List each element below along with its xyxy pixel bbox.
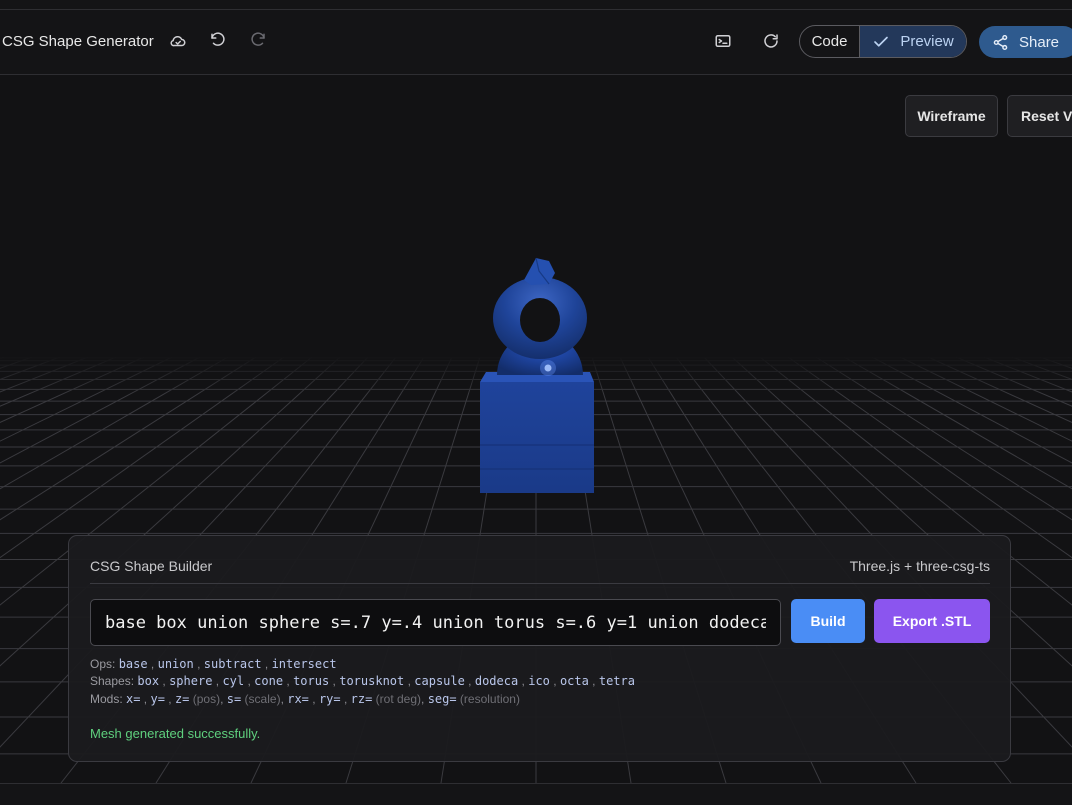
shape-keyword: tetra — [598, 674, 635, 688]
redo-icon[interactable] — [247, 30, 269, 52]
help-label: Shapes: — [90, 674, 138, 688]
mod-keyword: seg= — [427, 692, 457, 706]
op-keyword: subtract — [203, 657, 262, 671]
terminal-icon[interactable] — [712, 30, 734, 52]
shape-keyword: dodeca — [474, 674, 519, 688]
shape-keyword: ico — [528, 674, 550, 688]
shape-keyword: torusknot — [339, 674, 405, 688]
op-keyword: union — [157, 657, 194, 671]
help-separator: , — [421, 692, 428, 706]
reset-view-button[interactable]: Reset View — [1007, 95, 1072, 137]
help-separator: , — [261, 657, 272, 671]
help-separator: , — [404, 674, 415, 688]
code-tab[interactable]: Code — [800, 26, 860, 57]
mod-keyword: z= — [174, 692, 190, 706]
mod-hint: (scale) — [241, 692, 281, 706]
mod-keyword: s= — [226, 692, 242, 706]
panel-divider — [90, 583, 990, 584]
share-label: Share — [1019, 33, 1060, 51]
mods-help: Mods: x= , y= , z= (pos), s= (scale), rx… — [90, 692, 520, 706]
shapes-help: Shapes: box , sphere , cyl , cone , toru… — [90, 674, 635, 688]
export-stl-button[interactable]: Export .STL — [874, 599, 990, 643]
build-label: Build — [810, 613, 846, 629]
mod-keyword: y= — [150, 692, 165, 706]
help-label: Mods: — [90, 692, 127, 706]
help-label: Ops: — [90, 657, 119, 671]
help-separator: , — [588, 674, 599, 688]
op-keyword: base — [118, 657, 148, 671]
mod-keyword: rz= — [350, 692, 373, 706]
app-header: CSG Shape Generator Code Preview Share — [0, 10, 1072, 75]
wireframe-label: Wireframe — [917, 108, 986, 124]
help-separator: , — [147, 657, 158, 671]
op-keyword: intersect — [271, 657, 337, 671]
help-separator: , — [329, 674, 340, 688]
help-separator: , — [244, 674, 255, 688]
shape-keyword: cyl — [222, 674, 245, 688]
undo-icon[interactable] — [207, 30, 229, 52]
mod-keyword: rx= — [287, 692, 309, 706]
mod-hint: (pos) — [189, 692, 221, 706]
shape-keyword: sphere — [169, 674, 213, 688]
help-separator: , — [283, 674, 294, 688]
mod-hint: (rot deg) — [372, 692, 422, 706]
view-mode-toggle: Code Preview — [799, 25, 967, 58]
top-edge — [0, 0, 1072, 10]
shape-keyword: octa — [559, 674, 589, 688]
bottom-bar — [0, 783, 1072, 805]
help-separator: , — [159, 674, 170, 688]
help-separator: , — [518, 674, 529, 688]
preview-tab-label: Preview — [900, 33, 954, 50]
help-separator: , — [308, 692, 319, 706]
status-message: Mesh generated successfully. — [90, 726, 261, 741]
shape-keyword: box — [137, 674, 160, 688]
help-separator: , — [140, 692, 151, 706]
help-separator: , — [549, 674, 560, 688]
help-separator: , — [164, 692, 175, 706]
export-label: Export .STL — [892, 613, 972, 629]
help-separator: , — [193, 657, 204, 671]
share-button[interactable]: Share — [979, 26, 1072, 58]
cloud-icon[interactable] — [167, 30, 189, 52]
shape-keyword: torus — [293, 674, 330, 688]
help-separator: , — [340, 692, 351, 706]
share-icon — [993, 34, 1008, 50]
command-input[interactable] — [90, 599, 781, 646]
ops-help: Ops: base , union , subtract , intersect — [90, 657, 337, 671]
panel-subtitle: Three.js + three-csg-ts — [849, 558, 990, 574]
code-tab-label: Code — [811, 33, 848, 50]
shape-keyword: cone — [254, 674, 284, 688]
help-separator: , — [464, 674, 475, 688]
help-separator: , — [220, 692, 227, 706]
shape-keyword: capsule — [414, 674, 465, 688]
mod-keyword: x= — [126, 692, 141, 706]
refresh-icon[interactable] — [760, 30, 782, 52]
wireframe-button[interactable]: Wireframe — [905, 95, 998, 137]
app-title: CSG Shape Generator — [2, 33, 154, 50]
preview-tab[interactable]: Preview — [860, 26, 966, 57]
help-separator: , — [212, 674, 223, 688]
mod-hint: (resolution) — [456, 692, 520, 706]
reset-view-label: Reset View — [1021, 108, 1072, 124]
build-button[interactable]: Build — [791, 599, 865, 643]
mod-keyword: ry= — [318, 692, 341, 706]
csg-builder-panel: CSG Shape Builder Three.js + three-csg-t… — [68, 535, 1011, 762]
csg-mesh — [480, 257, 594, 493]
check-icon — [874, 36, 889, 47]
panel-title: CSG Shape Builder — [90, 558, 213, 574]
